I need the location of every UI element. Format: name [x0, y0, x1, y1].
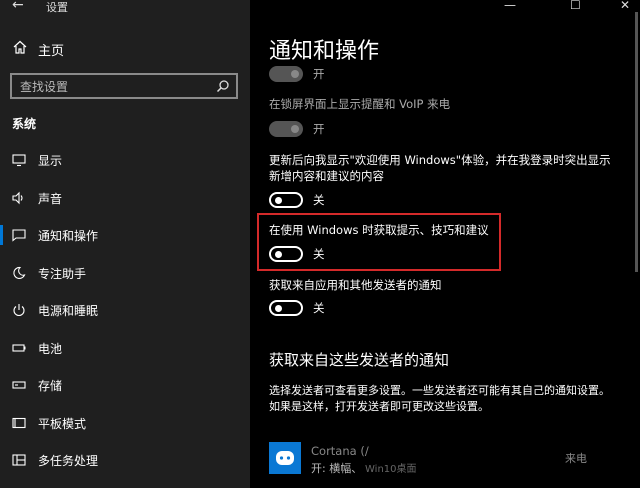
home-label: 主页 [38, 44, 65, 59]
scrollbar[interactable] [635, 12, 638, 272]
toggle-state: 关 [313, 247, 325, 261]
toggle-switch[interactable] [269, 300, 303, 316]
close-icon[interactable]: ✕ [620, 0, 630, 12]
section-label-system: 系统 [12, 117, 37, 131]
setting-row-1: 开 [269, 121, 469, 139]
sender-name: Cortana (/ [311, 444, 369, 458]
toggle-state: 开 [313, 122, 325, 136]
search-icon[interactable] [216, 79, 230, 93]
moon-icon [13, 266, 26, 279]
sidebar-item-label: 存储 [38, 379, 63, 393]
sidebar: ← 设置 主页 系统 显示 声音 通知和操作 专注助手 [0, 0, 250, 488]
sender-status: 开: 横幅、 [311, 462, 363, 475]
toggle-switch [269, 121, 303, 137]
toggle-knob [275, 251, 282, 258]
setting-label: 获取来自应用和其他发送者的通知 [269, 278, 442, 292]
toggle-knob [291, 70, 299, 78]
minimize-icon[interactable]: — [504, 0, 516, 12]
main-content: — ☐ ✕ 通知和操作 开 在锁屏界面上显示提醒和 VoIP 来电 开 更新后向… [250, 0, 640, 488]
back-arrow-icon[interactable]: ← [12, 0, 24, 13]
setting-row-2: 关 [269, 192, 469, 210]
toggle-state: 关 [313, 301, 325, 315]
toggle-knob [275, 305, 282, 312]
storage-icon [12, 381, 26, 389]
sidebar-home[interactable]: 主页 [0, 36, 250, 62]
sidebar-item-label: 平板模式 [38, 416, 87, 431]
search-input[interactable] [20, 78, 200, 96]
toggle-knob [275, 197, 282, 204]
toggle-switch[interactable] [269, 192, 303, 208]
toggle-state: 关 [313, 193, 325, 207]
sidebar-item-tablet-mode[interactable]: 平板模式 [0, 408, 250, 446]
sidebar-item-label: 多任务处理 [38, 454, 99, 468]
setting-row-0: 开 [269, 66, 469, 84]
sidebar-item-power[interactable]: 电源和睡眠 [0, 295, 250, 333]
cortana-icon [269, 442, 301, 474]
sidebar-item-multitasking[interactable]: 多任务处理 [0, 445, 250, 483]
sidebar-item-sound[interactable]: 声音 [0, 183, 250, 221]
app-title: 设置 [46, 1, 68, 14]
sidebar-item-battery[interactable]: 电池 [0, 333, 250, 371]
titlebar-left: ← 设置 [0, 0, 250, 14]
maximize-icon[interactable]: ☐ [570, 0, 581, 12]
sender-right-text: 来电 [565, 452, 587, 465]
sidebar-nav: 显示 声音 通知和操作 专注助手 电源和睡眠 电池 存储 平板模式 多任务处理 [0, 145, 250, 483]
toggle-switch[interactable] [269, 246, 303, 262]
toggle-state: 开 [313, 67, 325, 81]
toggle-switch [269, 66, 303, 82]
notification-icon [12, 229, 26, 242]
sidebar-item-storage[interactable]: 存储 [0, 370, 250, 408]
multitask-icon [12, 454, 26, 466]
sender-item-cortana[interactable]: Cortana (/ 开: 横幅、 Win10桌面 来电 [269, 438, 619, 478]
sidebar-item-focus-assist[interactable]: 专注助手 [0, 258, 250, 296]
speaker-icon [12, 191, 23, 204]
home-icon [13, 40, 27, 54]
setting-label: 在使用 Windows 时获取提示、技巧和建议 [269, 223, 489, 237]
sidebar-item-label: 电池 [38, 341, 63, 356]
setting-label: 更新后向我显示"欢迎使用 Windows"体验，并在我登录时突出显示新增内容和建… [269, 153, 611, 183]
setting-row-3: 关 [269, 246, 469, 264]
watermark-text: Win10桌面 [365, 464, 417, 475]
monitor-icon [12, 154, 26, 167]
search-box[interactable] [10, 73, 238, 99]
sidebar-item-display[interactable]: 显示 [0, 145, 250, 183]
setting-label: 在锁屏界面上显示提醒和 VoIP 来电 [269, 97, 451, 111]
sidebar-item-label: 显示 [38, 154, 63, 168]
senders-heading: 获取来自这些发送者的通知 [269, 351, 450, 369]
tablet-icon [12, 417, 26, 428]
cortana-face-icon [276, 451, 294, 465]
senders-description: 选择发送者可查看更多设置。一些发送者还可能有其自己的通知设置。如果是这样，打开发… [269, 384, 610, 413]
sidebar-item-label: 电源和睡眠 [38, 304, 99, 318]
sidebar-item-label: 通知和操作 [38, 229, 99, 243]
toggle-knob [291, 125, 299, 133]
battery-icon [12, 343, 26, 352]
window-controls: — ☐ ✕ [500, 0, 640, 12]
page-title: 通知和操作 [269, 39, 380, 64]
setting-row-4: 关 [269, 300, 469, 318]
sidebar-item-label: 声音 [38, 191, 63, 206]
sidebar-item-notifications[interactable]: 通知和操作 [0, 220, 250, 258]
sidebar-item-label: 专注助手 [38, 266, 87, 281]
power-icon [13, 304, 25, 317]
